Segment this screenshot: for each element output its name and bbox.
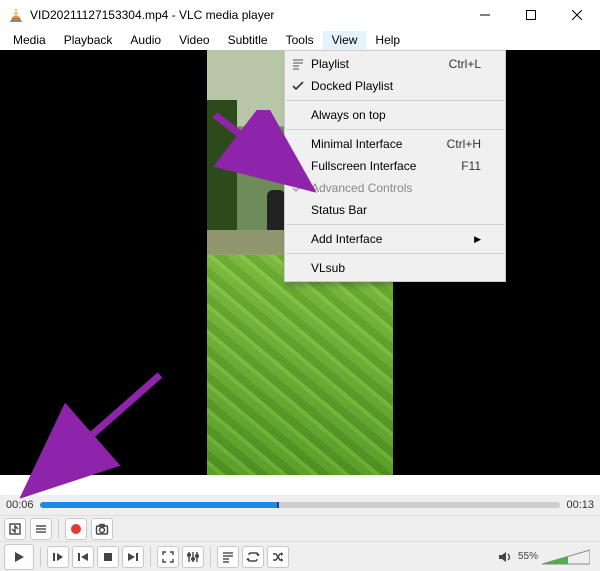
menu-item-docked-playlist[interactable]: Docked Playlist	[285, 75, 505, 97]
playlist-button[interactable]	[217, 546, 239, 568]
loop-ab-button[interactable]	[30, 518, 52, 540]
volume-slider[interactable]	[542, 548, 590, 566]
menu-item-always-on-top[interactable]: Always on top	[285, 104, 505, 126]
main-controls-row: 55%	[0, 541, 600, 571]
total-time[interactable]: 00:13	[566, 499, 594, 511]
menu-audio[interactable]: Audio	[121, 31, 170, 49]
menu-separator	[286, 253, 504, 254]
check-icon	[291, 181, 305, 195]
seek-bar[interactable]	[40, 502, 561, 508]
menu-separator	[286, 129, 504, 130]
extended-settings-button[interactable]	[182, 546, 204, 568]
submenu-arrow-icon: ▶	[474, 234, 481, 245]
menu-item-advanced-controls[interactable]: Advanced Controls	[285, 177, 505, 199]
fullscreen-button[interactable]	[157, 546, 179, 568]
menu-help[interactable]: Help	[366, 31, 409, 49]
window-controls	[462, 0, 600, 30]
menu-item-playlist[interactable]: Playlist Ctrl+L	[285, 53, 505, 75]
menubar: Media Playback Audio Video Subtitle Tool…	[0, 30, 600, 50]
stop-button[interactable]	[97, 546, 119, 568]
menu-playback[interactable]: Playback	[55, 31, 122, 49]
frame-step-button[interactable]	[47, 546, 69, 568]
menu-tools[interactable]: Tools	[277, 31, 323, 49]
maximize-button[interactable]	[508, 0, 554, 30]
playlist-icon	[291, 57, 305, 71]
menu-subtitle[interactable]: Subtitle	[219, 31, 277, 49]
play-button[interactable]	[4, 544, 34, 570]
menu-view[interactable]: View	[323, 31, 367, 49]
vlc-logo-icon	[8, 7, 24, 23]
close-button[interactable]	[554, 0, 600, 30]
advanced-controls-row	[0, 515, 600, 541]
menu-item-vlsub[interactable]: VLsub	[285, 257, 505, 279]
menu-item-status-bar[interactable]: Status Bar	[285, 199, 505, 221]
seek-row: 00:06 00:13	[0, 495, 600, 515]
check-icon	[291, 79, 305, 93]
previous-button[interactable]	[72, 546, 94, 568]
menu-item-add-interface[interactable]: Add Interface ▶	[285, 228, 505, 250]
menu-separator	[286, 100, 504, 101]
speaker-icon[interactable]	[498, 550, 514, 564]
record-start-button[interactable]	[4, 518, 26, 540]
menu-item-minimal-interface[interactable]: Minimal Interface Ctrl+H	[285, 133, 505, 155]
titlebar: VID20211127153304.mp4 - VLC media player	[0, 0, 600, 30]
menu-separator	[286, 224, 504, 225]
next-button[interactable]	[122, 546, 144, 568]
snapshot-button[interactable]	[91, 518, 113, 540]
view-menu-dropdown: Playlist Ctrl+L Docked Playlist Always o…	[284, 50, 506, 282]
volume-percent: 55%	[518, 551, 538, 562]
menu-item-fullscreen-interface[interactable]: Fullscreen Interface F11	[285, 155, 505, 177]
record-button[interactable]	[65, 518, 87, 540]
volume-area: 55%	[498, 548, 596, 566]
current-time[interactable]: 00:06	[6, 499, 34, 511]
loop-button[interactable]	[242, 546, 264, 568]
menu-video[interactable]: Video	[170, 31, 218, 49]
minimize-button[interactable]	[462, 0, 508, 30]
menu-media[interactable]: Media	[4, 31, 55, 49]
shuffle-button[interactable]	[267, 546, 289, 568]
window-title: VID20211127153304.mp4 - VLC media player	[30, 8, 462, 22]
bottom-controls: 00:06 00:13	[0, 495, 600, 571]
